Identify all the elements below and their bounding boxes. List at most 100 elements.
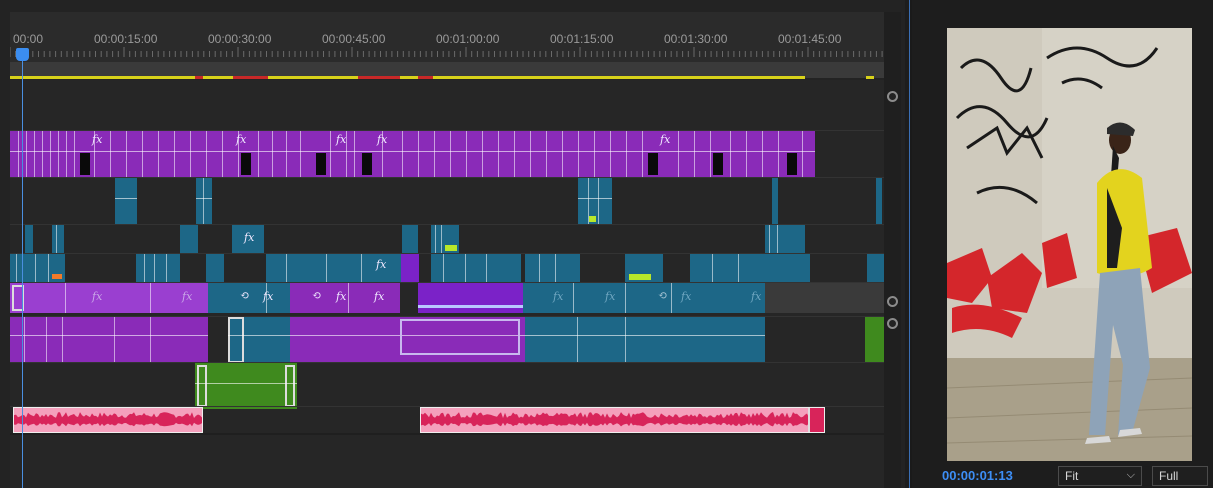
video-clip[interactable] xyxy=(772,178,778,224)
video-clip[interactable] xyxy=(625,254,663,282)
video-clip[interactable] xyxy=(196,178,212,224)
render-bar-red xyxy=(358,76,400,79)
edit-point xyxy=(206,131,207,177)
video-frame-image xyxy=(947,28,1192,461)
playhead-icon[interactable] xyxy=(16,48,29,61)
track-height-knob-icon[interactable] xyxy=(887,296,898,307)
edit-point xyxy=(286,131,287,177)
edit-point xyxy=(418,131,419,177)
video-clip[interactable]: fx fx fx fx fx xyxy=(10,131,815,177)
video-clip[interactable] xyxy=(290,317,525,363)
ruler-timecode: 00:01:00:00 xyxy=(436,32,500,46)
edit-point xyxy=(126,131,127,177)
edit-point xyxy=(610,131,611,177)
edit-point xyxy=(258,131,259,177)
audio-track xyxy=(10,406,885,433)
edit-point xyxy=(498,131,499,177)
editor-window: 00:00 00:00:15:00 00:00:30:00 00:00:45:0… xyxy=(0,0,1213,488)
video-track xyxy=(10,316,885,363)
edit-point xyxy=(222,131,223,177)
video-clip[interactable] xyxy=(876,178,882,224)
zoom-level-dropdown[interactable]: Fit ⌵ xyxy=(1058,466,1142,486)
track-height-knob-icon[interactable] xyxy=(887,318,898,329)
video-clip[interactable] xyxy=(180,225,198,253)
fx-badge: fx xyxy=(605,290,616,303)
video-clip[interactable] xyxy=(525,317,765,363)
refresh-icon: ⟲ xyxy=(240,289,250,302)
time-ruler[interactable]: 00:00 00:00:15:00 00:00:30:00 00:00:45:0… xyxy=(10,12,885,62)
audio-waveform xyxy=(421,412,811,427)
video-clip[interactable] xyxy=(136,254,180,282)
fx-badge: fx xyxy=(553,290,564,303)
video-clip[interactable] xyxy=(765,225,805,253)
video-clip[interactable] xyxy=(401,254,419,282)
chevron-down-icon: ⌵ xyxy=(1126,469,1135,481)
video-clip[interactable] xyxy=(431,254,521,282)
gap-frame xyxy=(713,153,723,175)
edit-point xyxy=(18,131,19,177)
timeline-scrollbar[interactable] xyxy=(884,12,901,488)
ruler-timecode: 00:01:45:00 xyxy=(778,32,842,46)
edit-point xyxy=(66,131,67,177)
video-clip[interactable] xyxy=(52,225,64,253)
edit-point xyxy=(300,131,301,177)
video-frame[interactable] xyxy=(947,28,1192,461)
video-clip[interactable] xyxy=(10,254,65,282)
edit-point xyxy=(50,131,51,177)
edit-point xyxy=(762,131,763,177)
video-clip[interactable] xyxy=(115,178,137,224)
edit-point xyxy=(562,131,563,177)
video-clip[interactable] xyxy=(228,317,290,363)
fx-badge: fx xyxy=(681,290,692,303)
track-area[interactable]: fx fx fx fx fx fx fx fx fx ⟲ fx ⟲ fx fx … xyxy=(10,80,885,488)
video-clip[interactable]: ⟲ fx fx xyxy=(290,283,400,313)
ruler-timecode: 00:00:15:00 xyxy=(94,32,158,46)
fx-badge: fx xyxy=(336,290,347,303)
fx-badge: fx xyxy=(660,133,671,146)
video-clip[interactable] xyxy=(690,254,810,282)
fx-badge: fx xyxy=(236,133,247,146)
edit-point xyxy=(434,131,435,177)
audio-clip[interactable] xyxy=(420,407,825,433)
video-clip[interactable] xyxy=(578,178,612,224)
playback-resolution-dropdown[interactable]: Full xyxy=(1152,466,1208,486)
ruler-timecode: 00:00:45:00 xyxy=(322,32,386,46)
video-clip[interactable] xyxy=(865,317,885,363)
ruler-timecode: 00:00 xyxy=(13,32,44,46)
gap-frame xyxy=(80,153,90,175)
video-clip[interactable] xyxy=(402,225,418,253)
fx-badge: fx xyxy=(751,290,762,303)
video-clip[interactable] xyxy=(25,225,33,253)
edit-point xyxy=(678,131,679,177)
edit-point xyxy=(110,131,111,177)
video-clip[interactable]: fx fx ⟲ fx fx xyxy=(523,283,765,313)
video-clip[interactable] xyxy=(10,317,208,363)
playhead-timecode[interactable]: 00:00:01:13 xyxy=(942,468,1013,483)
video-clip[interactable] xyxy=(418,283,523,313)
edit-point xyxy=(710,131,711,177)
video-clip[interactable]: ⟲ fx xyxy=(208,283,290,313)
edit-point xyxy=(142,131,143,177)
video-clip[interactable] xyxy=(431,225,459,253)
video-clip[interactable] xyxy=(867,254,885,282)
edit-point xyxy=(546,131,547,177)
video-clip[interactable]: fx fx xyxy=(10,283,208,313)
video-clip[interactable]: fx xyxy=(232,225,264,253)
gap-frame xyxy=(362,153,372,175)
track-height-knob-icon[interactable] xyxy=(887,91,898,102)
zoom-level-value: Fit xyxy=(1065,469,1079,483)
video-clip[interactable] xyxy=(195,363,297,409)
fx-badge: fx xyxy=(182,290,193,303)
audio-clip[interactable] xyxy=(13,407,203,433)
video-clip[interactable] xyxy=(206,254,224,282)
refresh-icon: ⟲ xyxy=(312,289,322,302)
video-clip[interactable]: fx xyxy=(266,254,401,282)
edit-point xyxy=(482,131,483,177)
video-clip[interactable] xyxy=(525,254,580,282)
edit-point xyxy=(58,131,59,177)
render-bar-red xyxy=(418,76,433,79)
video-track: fx xyxy=(10,224,885,253)
fx-badge: fx xyxy=(336,133,347,146)
render-bar-yellow xyxy=(400,76,418,79)
edit-point xyxy=(746,131,747,177)
